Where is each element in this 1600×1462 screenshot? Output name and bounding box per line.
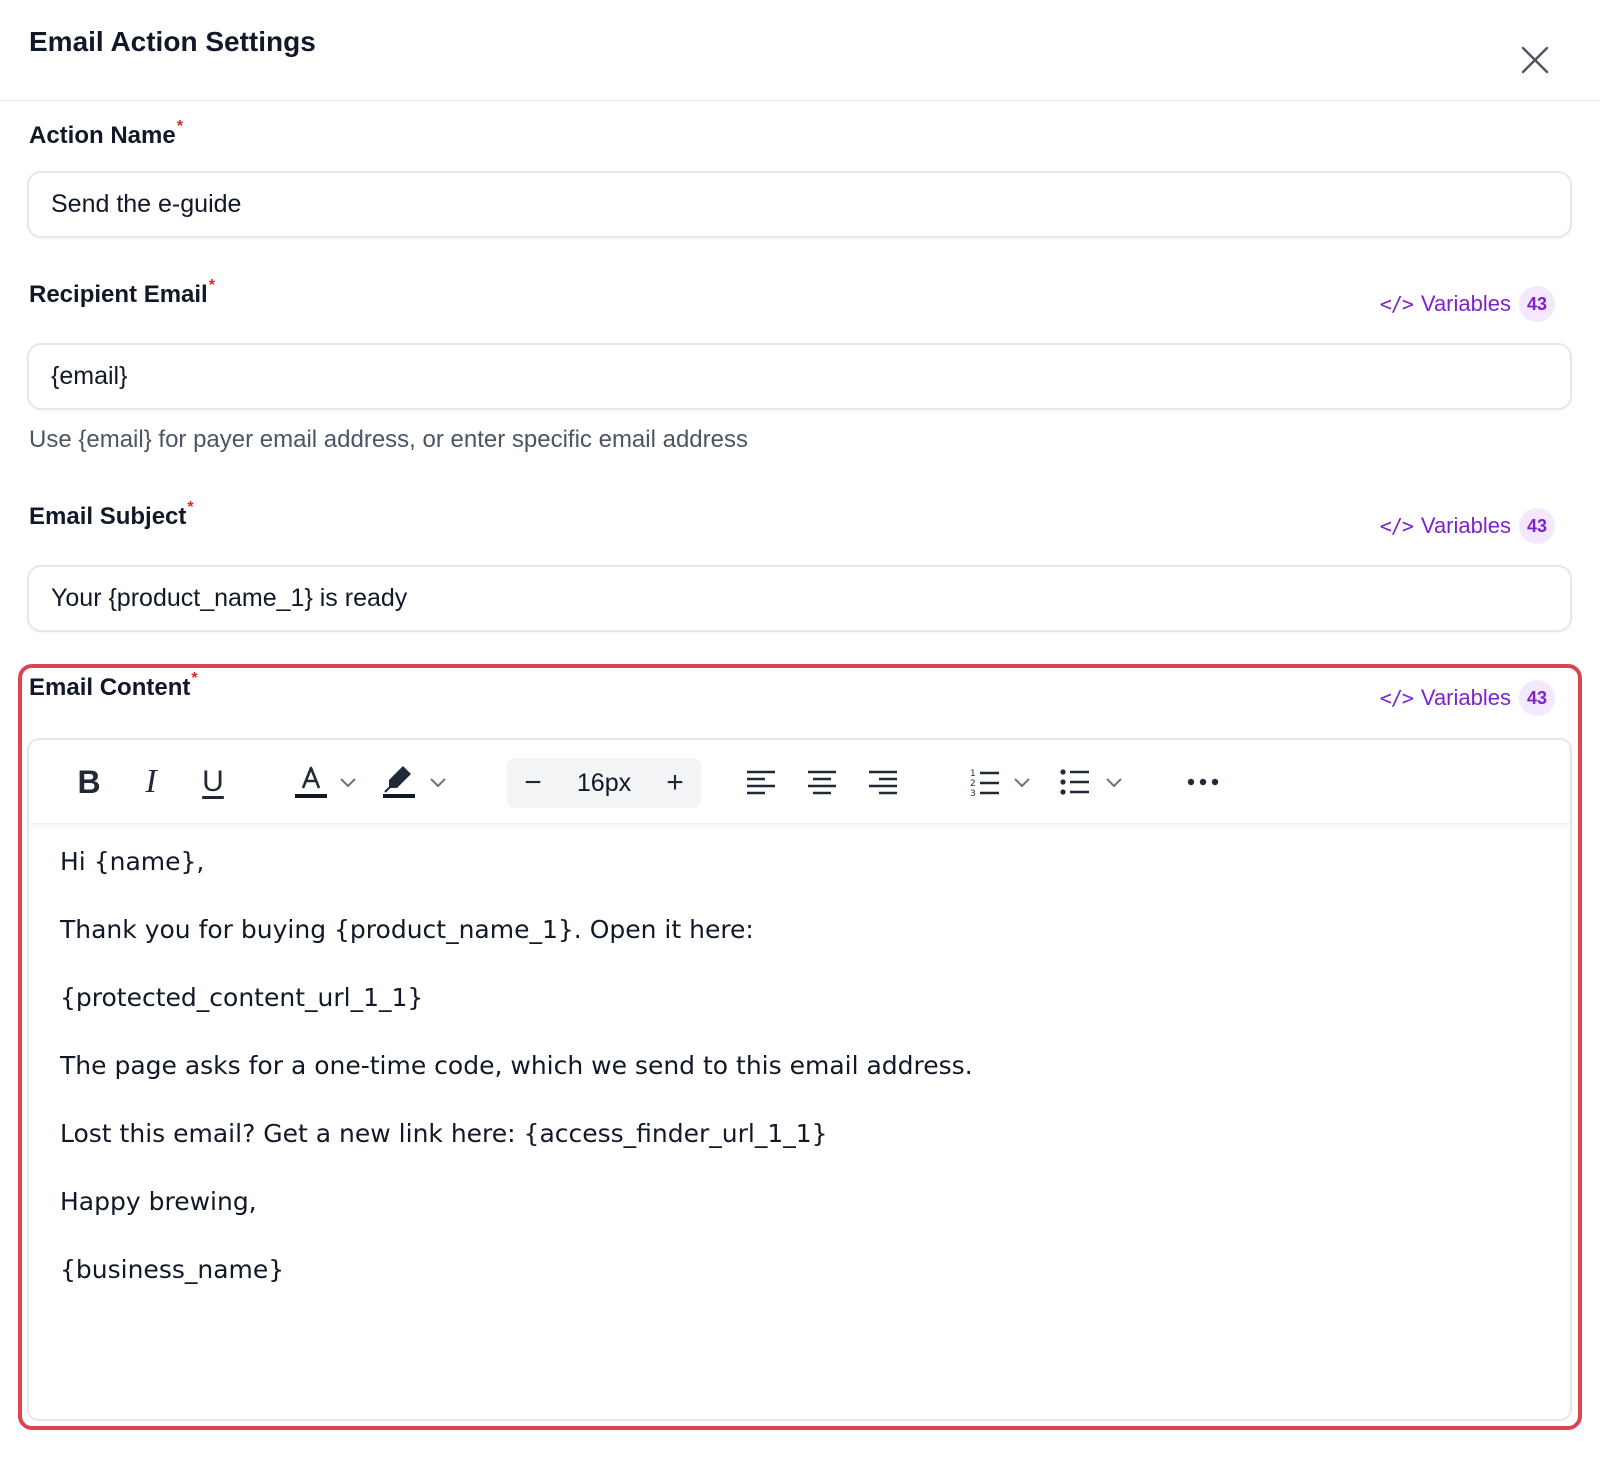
numbered-list-chevron-down-icon[interactable]	[1009, 758, 1035, 806]
variables-label: Variables	[1420, 685, 1511, 710]
editor-content[interactable]: Hi {name}, Thank you for buying {product…	[60, 846, 1540, 1322]
highlight-chevron-down-icon[interactable]	[425, 758, 451, 806]
code-icon: </>	[1379, 686, 1414, 710]
content-line: The page asks for a one-time code, which…	[60, 1051, 973, 1080]
recipient-email-label: Recipient Email*	[29, 277, 215, 309]
email-subject-label-text: Email Subject	[29, 503, 187, 530]
svg-text:2: 2	[970, 779, 976, 789]
required-mark: *	[176, 118, 183, 135]
content-variables-button[interactable]: </> Variables 43	[1380, 680, 1555, 716]
rich-text-editor: B I U − 16px + 123 Hi {name}, Thank you …	[27, 738, 1572, 1421]
svg-text:1: 1	[970, 769, 976, 779]
required-mark: *	[187, 499, 194, 516]
email-content-label-text: Email Content	[29, 674, 191, 701]
more-icon[interactable]	[1181, 758, 1225, 806]
underline-button[interactable]: U	[191, 758, 235, 806]
text-color-chevron-down-icon[interactable]	[335, 758, 361, 806]
action-name-label-text: Action Name	[29, 122, 176, 149]
recipient-email-label-text: Recipient Email	[29, 281, 208, 308]
code-icon: </>	[1379, 292, 1414, 316]
content-line: {protected_content_url_1_1}	[60, 983, 424, 1012]
action-name-label: Action Name*	[29, 118, 183, 150]
content-line: Thank you for buying {product_name_1}. O…	[60, 915, 754, 944]
numbered-list-icon[interactable]: 123	[965, 758, 1005, 806]
font-size-value[interactable]: 16px	[557, 758, 651, 808]
align-right-icon[interactable]	[861, 758, 905, 806]
variables-count-badge: 43	[1519, 680, 1555, 716]
bullet-list-icon[interactable]	[1055, 758, 1095, 806]
svg-text:3: 3	[970, 789, 976, 797]
text-color-icon[interactable]	[291, 758, 331, 806]
dialog-title: Email Action Settings	[29, 26, 316, 57]
close-icon[interactable]	[1515, 40, 1555, 80]
align-center-icon[interactable]	[800, 758, 844, 806]
recipient-email-input[interactable]	[27, 343, 1572, 410]
font-size-stepper: − 16px +	[507, 758, 701, 808]
align-left-icon[interactable]	[739, 758, 783, 806]
highlight-icon[interactable]	[379, 758, 419, 806]
email-subject-label: Email Subject*	[29, 499, 194, 531]
required-mark: *	[208, 277, 215, 294]
editor-toolbar: B I U − 16px + 123	[29, 740, 1570, 824]
italic-button[interactable]: I	[129, 758, 173, 806]
email-content-label: Email Content*	[29, 670, 198, 702]
dialog-header: Email Action Settings	[0, 0, 1600, 101]
content-line: Lost this email? Get a new link here: {a…	[60, 1119, 828, 1148]
required-mark: *	[191, 670, 198, 687]
variables-label: Variables	[1420, 291, 1511, 316]
code-icon: </>	[1379, 514, 1414, 538]
subject-variables-button[interactable]: </> Variables 43	[1380, 508, 1555, 544]
content-line: Happy brewing,	[60, 1187, 257, 1216]
font-size-increase-button[interactable]: +	[655, 758, 695, 808]
content-line: Hi {name},	[60, 847, 205, 876]
recipient-email-helper: Use {email} for payer email address, or …	[29, 426, 748, 453]
email-subject-input[interactable]	[27, 565, 1572, 632]
action-name-input[interactable]	[27, 171, 1572, 238]
content-line: {business_name}	[60, 1255, 285, 1284]
variables-label: Variables	[1420, 513, 1511, 538]
recipient-variables-button[interactable]: </> Variables 43	[1380, 286, 1555, 322]
font-size-decrease-button[interactable]: −	[513, 758, 553, 808]
bold-button[interactable]: B	[67, 758, 111, 806]
variables-count-badge: 43	[1519, 508, 1555, 544]
variables-count-badge: 43	[1519, 286, 1555, 322]
bullet-list-chevron-down-icon[interactable]	[1101, 758, 1127, 806]
